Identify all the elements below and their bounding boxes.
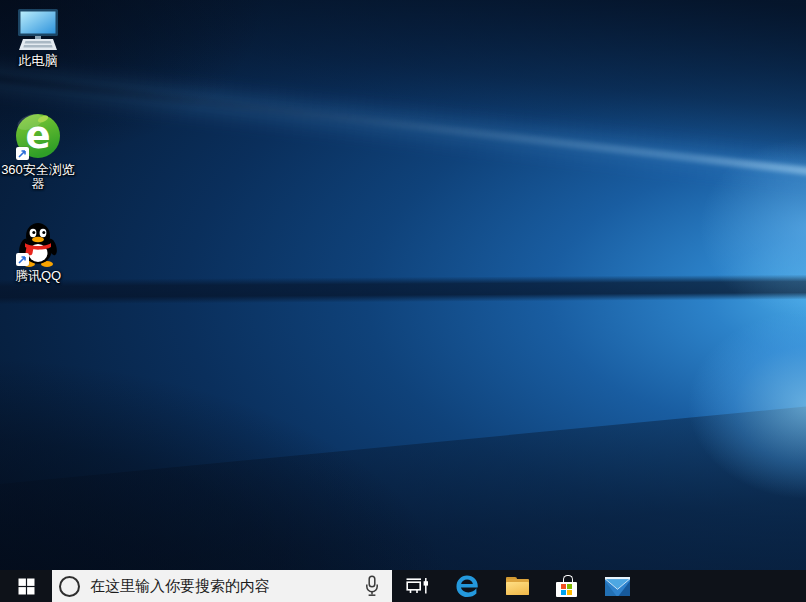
taskbar-search-box[interactable]: 在这里输入你要搜索的内容 <box>52 570 392 602</box>
desktop-icon-360-browser[interactable]: e 360安全浏览器 <box>0 113 76 191</box>
icon-label: 360安全浏览器 <box>0 163 76 191</box>
shortcut-arrow-icon <box>16 147 29 160</box>
desktop: 此电脑 e 360安全浏览器 <box>0 0 806 570</box>
microphone-icon[interactable] <box>364 575 380 597</box>
icon-label: 此电脑 <box>0 54 76 68</box>
360-browser-icon: e <box>15 113 61 161</box>
shortcut-arrow-icon <box>16 253 29 266</box>
store-button[interactable] <box>542 570 592 602</box>
task-view-icon <box>404 576 430 596</box>
cortana-icon <box>59 576 80 597</box>
folder-icon <box>506 577 529 595</box>
mail-envelope-icon <box>605 577 630 596</box>
windows-logo-icon <box>18 578 35 595</box>
this-pc-icon <box>15 8 61 52</box>
search-placeholder-text: 在这里输入你要搜索的内容 <box>90 577 270 596</box>
edge-icon <box>453 572 481 600</box>
edge-button[interactable] <box>442 570 492 602</box>
taskbar: 在这里输入你要搜索的内容 <box>0 570 806 602</box>
start-button[interactable] <box>0 570 52 602</box>
desktop-icon-this-pc[interactable]: 此电脑 <box>0 8 76 68</box>
desktop-icon-tencent-qq[interactable]: 腾讯QQ <box>0 221 76 283</box>
icon-label: 腾讯QQ <box>0 269 76 283</box>
task-view-button[interactable] <box>392 570 442 602</box>
qq-penguin-icon <box>15 221 61 267</box>
store-bag-icon <box>556 575 578 597</box>
file-explorer-button[interactable] <box>492 570 542 602</box>
mail-button[interactable] <box>592 570 642 602</box>
